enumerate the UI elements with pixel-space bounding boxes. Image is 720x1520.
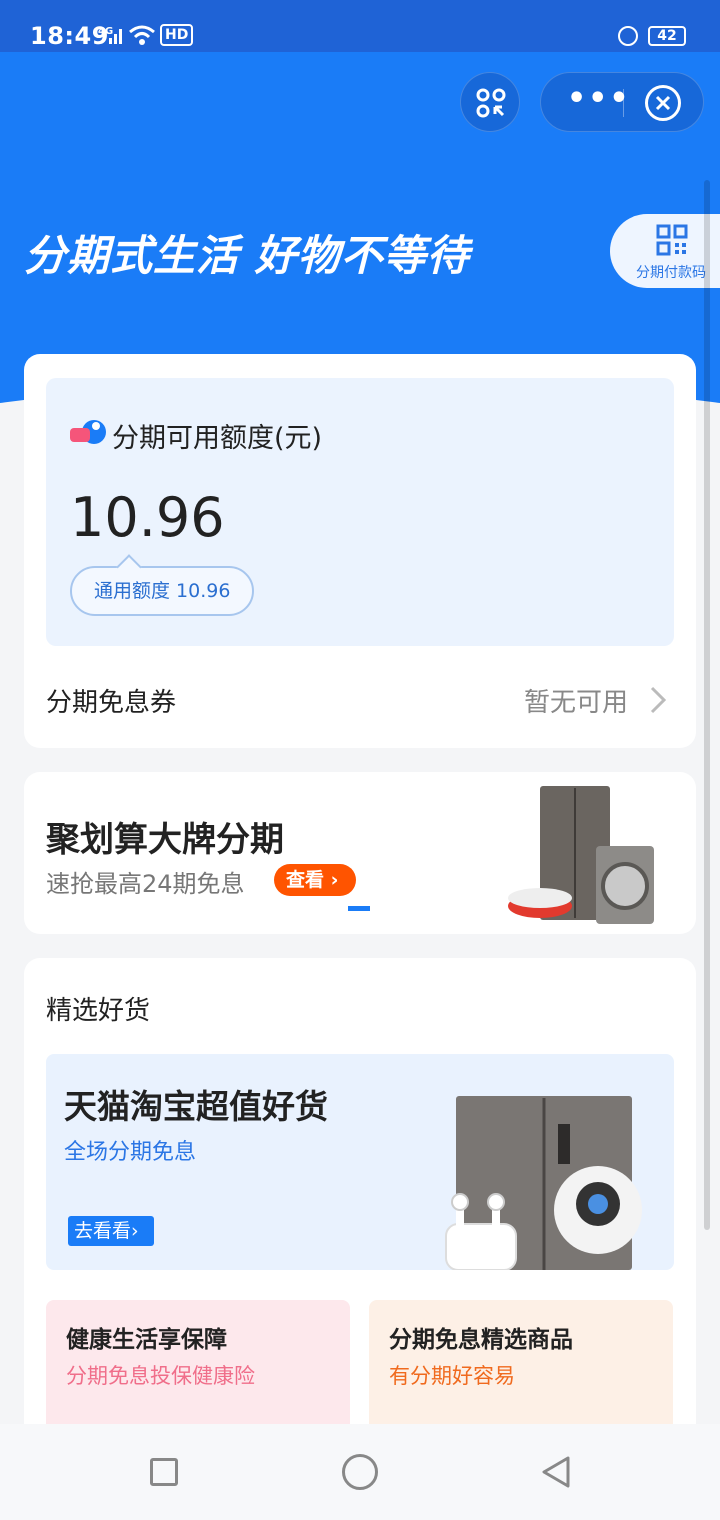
- goods-go-label: 去看看: [74, 1220, 132, 1242]
- coupon-status: 暂无可用: [523, 688, 628, 718]
- credit-card: 分期可用额度(元) 10.96 通用额度 10.96 分期免息券 暂无可用: [24, 354, 696, 748]
- goods-banner-subtitle: 全场分期免息: [64, 1140, 197, 1165]
- close-button[interactable]: [645, 85, 681, 121]
- slogan: 分期式生活 好物不等待: [24, 231, 470, 280]
- battery-indicator: 42: [648, 26, 686, 46]
- qr-code-icon: [656, 224, 688, 256]
- hd-badge: HD: [160, 24, 194, 46]
- credit-title: 分期可用额度(元): [112, 423, 323, 454]
- home-button[interactable]: [342, 1454, 378, 1490]
- health-tile-title: 健康生活享保障: [66, 1327, 227, 1353]
- coupon-label: 分期免息券: [46, 688, 177, 718]
- more-button[interactable]: •••: [567, 84, 629, 121]
- system-nav-bar: [0, 1424, 720, 1520]
- promo-view-label: 查看: [286, 869, 325, 891]
- promo-banner[interactable]: 聚划算大牌分期 速抢最高24期免息 查看 ›: [24, 772, 696, 934]
- goods-banner[interactable]: 天猫淘宝超值好货 全场分期免息 去看看›: [46, 1054, 674, 1270]
- capsule-divider: [623, 89, 624, 117]
- installment-logo-icon: [70, 420, 106, 444]
- appliances-image: [508, 786, 654, 924]
- promo-title: 聚划算大牌分期: [46, 820, 284, 860]
- promo-view-button[interactable]: 查看 ›: [274, 864, 356, 896]
- rotation-lock-icon: [618, 26, 638, 46]
- products-image: [445, 1096, 642, 1270]
- close-icon: [655, 95, 671, 111]
- goods-banner-title: 天猫淘宝超值好货: [64, 1087, 328, 1126]
- signal-icon: [109, 29, 122, 44]
- scan-icon: [476, 88, 506, 118]
- mini-program-capsule: •••: [540, 72, 704, 132]
- scrollbar[interactable]: [704, 180, 710, 1230]
- goods-tile-title: 分期免息精选商品: [389, 1327, 573, 1353]
- back-button[interactable]: [538, 1454, 574, 1490]
- wifi-icon: [129, 25, 155, 45]
- status-bar: 18:49 4G HD 42: [0, 0, 720, 52]
- credit-summary[interactable]: 分期可用额度(元) 10.96 通用额度 10.96: [46, 378, 674, 646]
- health-insurance-tile[interactable]: 健康生活享保障 分期免息投保健康险: [46, 1300, 350, 1440]
- goods-heading: 精选好货: [46, 996, 151, 1026]
- goods-tile-subtitle: 有分期好容易: [389, 1364, 515, 1388]
- general-credit-badge: 通用额度 10.96: [70, 566, 255, 616]
- goods-go-button[interactable]: 去看看›: [68, 1216, 154, 1246]
- carousel-indicator: [348, 906, 370, 911]
- scan-button[interactable]: [460, 72, 520, 132]
- coupon-row[interactable]: 分期免息券 暂无可用: [24, 654, 696, 748]
- health-tile-subtitle: 分期免息投保健康险: [66, 1364, 255, 1388]
- credit-amount: 10.96: [70, 486, 225, 549]
- chevron-right-icon: [650, 686, 666, 714]
- recent-apps-button[interactable]: [150, 1458, 178, 1486]
- installment-goods-tile[interactable]: 分期免息精选商品 有分期好容易: [369, 1300, 673, 1440]
- promo-subtitle: 速抢最高24期免息: [46, 870, 245, 898]
